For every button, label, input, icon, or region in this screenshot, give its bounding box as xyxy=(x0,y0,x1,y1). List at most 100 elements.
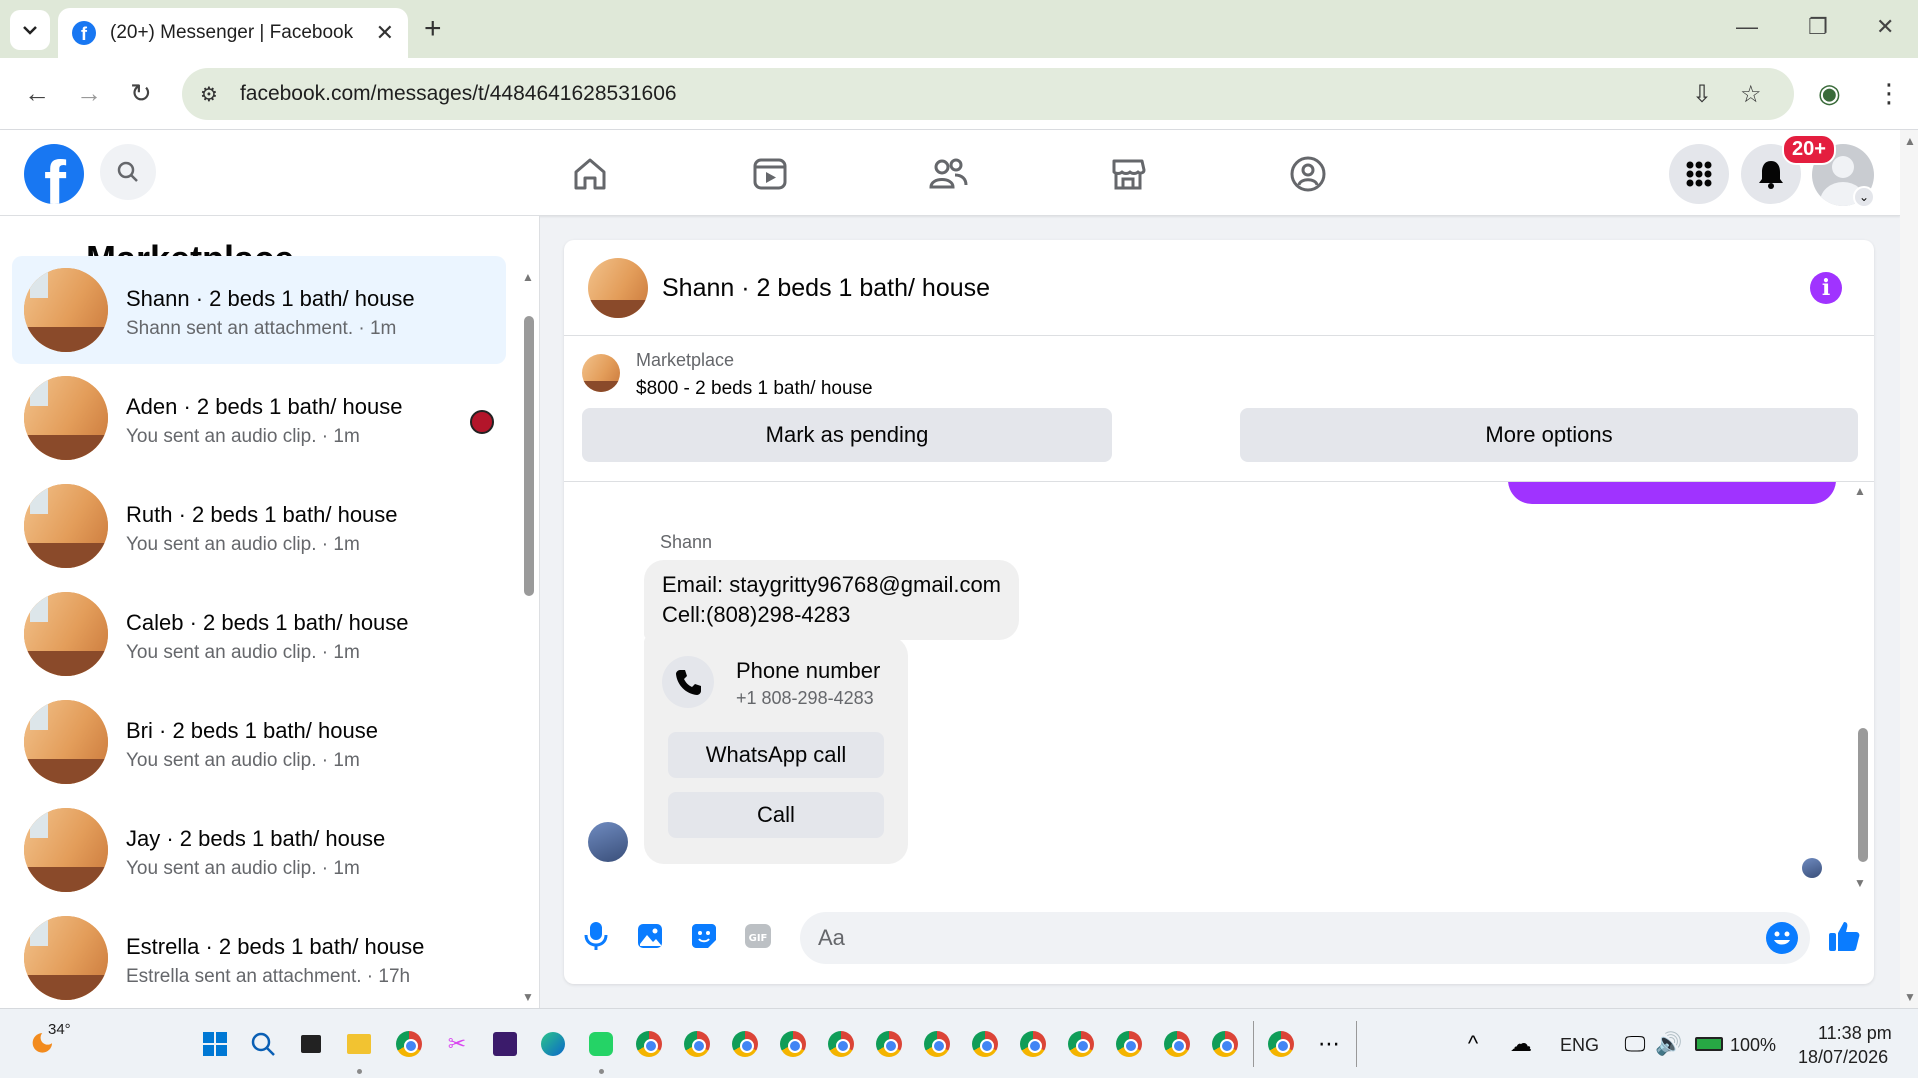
whatsapp-call-button[interactable]: WhatsApp call xyxy=(668,732,884,778)
scroll-up-arrow-icon[interactable]: ▲ xyxy=(522,270,534,284)
chrome-window-7[interactable] xyxy=(922,1029,952,1059)
sticker-button[interactable] xyxy=(686,918,722,954)
site-settings-icon[interactable]: ⚙ xyxy=(200,82,218,107)
message-input[interactable]: Aa xyxy=(800,912,1810,964)
task-view-button[interactable] xyxy=(296,1029,326,1059)
app-purple-button[interactable] xyxy=(490,1029,520,1059)
chat-title[interactable]: Shann · 2 beds 1 bath/ house xyxy=(662,274,990,303)
more-options-button[interactable]: More options xyxy=(1240,408,1858,462)
page-scroll-up-icon[interactable]: ▲ xyxy=(1904,134,1916,148)
facebook-logo[interactable]: f xyxy=(24,144,84,204)
page-scrollbar[interactable]: ▲ ▼ xyxy=(1900,130,1918,1008)
conversation-item-shann[interactable]: Shann · 2 beds 1 bath/ house Shann sent … xyxy=(12,256,506,364)
chrome-window-1[interactable] xyxy=(634,1029,664,1059)
conversation-list: Shann · 2 beds 1 bath/ house Shann sent … xyxy=(12,256,506,1008)
nav-home[interactable] xyxy=(568,152,612,196)
call-button[interactable]: Call xyxy=(668,792,884,838)
conversation-item-aden[interactable]: Aden · 2 beds 1 bath/ house You sent an … xyxy=(12,364,506,472)
close-tab-icon[interactable]: ✕ xyxy=(376,20,394,46)
conversation-item-caleb[interactable]: Caleb · 2 beds 1 bath/ house You sent an… xyxy=(12,580,506,688)
thread-scrollbar-thumb[interactable] xyxy=(1858,728,1868,862)
conversation-item-bri[interactable]: Bri · 2 beds 1 bath/ house You sent an a… xyxy=(12,688,506,796)
bookmark-star-icon[interactable]: ☆ xyxy=(1740,80,1762,109)
volume-button[interactable]: 🔊 xyxy=(1654,1029,1684,1059)
gif-icon: GIF xyxy=(745,924,771,948)
chrome-window-9[interactable] xyxy=(1018,1029,1048,1059)
scroll-down-arrow-icon[interactable]: ▼ xyxy=(522,990,534,1004)
address-bar[interactable]: ⚙ facebook.com/messages/t/44846416285316… xyxy=(182,68,1794,120)
network-button[interactable]: 🖵 xyxy=(1620,1029,1650,1059)
more-apps-button[interactable]: ⋯ xyxy=(1314,1029,1344,1059)
start-button[interactable] xyxy=(200,1029,230,1059)
gif-button[interactable]: GIF xyxy=(740,918,776,954)
chat-listing-thumbnail[interactable] xyxy=(588,258,648,318)
received-message-bubble[interactable]: Email: staygritty96768@gmail.com Cell:(8… xyxy=(644,560,1020,640)
browser-tab-messenger[interactable]: f (20+) Messenger | Facebook ✕ xyxy=(58,8,408,58)
chrome-window-6[interactable] xyxy=(874,1029,904,1059)
conversation-list-scrollbar[interactable]: ▲ ▼ xyxy=(522,270,534,1004)
minimize-icon[interactable]: — xyxy=(1736,14,1758,40)
info-icon[interactable]: i xyxy=(1810,272,1842,304)
facebook-favicon-icon: f xyxy=(72,21,96,45)
facebook-search-button[interactable] xyxy=(100,144,156,200)
mark-as-pending-button[interactable]: Mark as pending xyxy=(582,408,1112,462)
chrome-window-11[interactable] xyxy=(1114,1029,1144,1059)
page-scroll-down-icon[interactable]: ▼ xyxy=(1904,990,1916,1004)
close-window-icon[interactable]: ✕ xyxy=(1876,14,1894,40)
chrome-icon xyxy=(684,1031,710,1057)
sender-avatar[interactable] xyxy=(588,822,628,862)
onedrive-button[interactable]: ☁ xyxy=(1506,1029,1536,1059)
chrome-window-12[interactable] xyxy=(1162,1029,1192,1059)
nav-friends[interactable] xyxy=(926,152,970,196)
chrome-window-3[interactable] xyxy=(730,1029,760,1059)
voice-clip-button[interactable] xyxy=(578,918,614,954)
message-thread-scrollbar[interactable]: ▲ ▼ xyxy=(1854,482,1870,892)
tab-search-dropdown[interactable] xyxy=(10,10,50,50)
chrome-taskbar-button[interactable] xyxy=(394,1029,424,1059)
conversation-item-ruth[interactable]: Ruth · 2 beds 1 bath/ house You sent an … xyxy=(12,472,506,580)
restore-icon[interactable]: ❐ xyxy=(1808,14,1828,40)
listing-mini-thumbnail[interactable] xyxy=(582,354,620,392)
chrome-window-13[interactable] xyxy=(1210,1029,1240,1059)
nav-marketplace[interactable] xyxy=(1106,152,1150,196)
snipping-tool-button[interactable]: ✂ xyxy=(442,1029,472,1059)
thread-scroll-down-icon[interactable]: ▼ xyxy=(1854,876,1866,890)
taskbar-search-button[interactable] xyxy=(248,1029,278,1059)
listing-price-title[interactable]: $800 - 2 beds 1 bath/ house xyxy=(636,378,873,400)
back-icon[interactable]: ← xyxy=(24,78,50,109)
new-tab-button[interactable]: + xyxy=(424,12,442,46)
chrome-window-2[interactable] xyxy=(682,1029,712,1059)
chrome-icon xyxy=(828,1031,854,1057)
menu-kebab-icon[interactable]: ⋮ xyxy=(1876,78,1902,109)
reload-icon[interactable]: ↻ xyxy=(130,78,152,109)
attach-photo-button[interactable] xyxy=(632,918,668,954)
chrome-window-4[interactable] xyxy=(778,1029,808,1059)
chrome-window-8[interactable] xyxy=(970,1029,1000,1059)
nav-video[interactable] xyxy=(748,152,792,196)
conversation-item-jay[interactable]: Jay · 2 beds 1 bath/ house You sent an a… xyxy=(12,796,506,904)
menu-grid-button[interactable] xyxy=(1669,144,1729,204)
clock-time[interactable]: 11:38 pm xyxy=(1818,1023,1892,1044)
battery-button[interactable] xyxy=(1694,1029,1724,1059)
message-cell-line: Cell:(808)298-4283 xyxy=(662,602,851,627)
input-language[interactable]: ENG xyxy=(1560,1035,1599,1056)
edge-button[interactable] xyxy=(538,1029,568,1059)
account-chevron-icon[interactable]: ⌄ xyxy=(1853,186,1875,208)
profile-icon[interactable]: ◉ xyxy=(1818,78,1841,109)
clock-date[interactable]: 18/07/2026 xyxy=(1798,1047,1888,1068)
chrome-window-10[interactable] xyxy=(1066,1029,1096,1059)
show-hidden-icons-button[interactable]: ^ xyxy=(1458,1029,1488,1059)
conversation-item-estrella[interactable]: Estrella · 2 beds 1 bath/ house Estrella… xyxy=(12,904,506,1008)
file-explorer-button[interactable] xyxy=(344,1029,374,1059)
emoji-icon[interactable] xyxy=(1766,922,1798,954)
chrome-window-14[interactable] xyxy=(1266,1029,1296,1059)
forward-icon[interactable]: → xyxy=(76,78,102,109)
whatsapp-button[interactable] xyxy=(586,1029,616,1059)
nav-groups[interactable] xyxy=(1286,152,1330,196)
sent-message-bubble[interactable] xyxy=(1508,482,1836,504)
like-button[interactable] xyxy=(1826,918,1862,954)
chrome-window-5[interactable] xyxy=(826,1029,856,1059)
install-app-icon[interactable]: ⇩ xyxy=(1692,80,1712,109)
thread-scroll-up-icon[interactable]: ▲ xyxy=(1854,484,1866,498)
scrollbar-thumb[interactable] xyxy=(524,316,534,596)
